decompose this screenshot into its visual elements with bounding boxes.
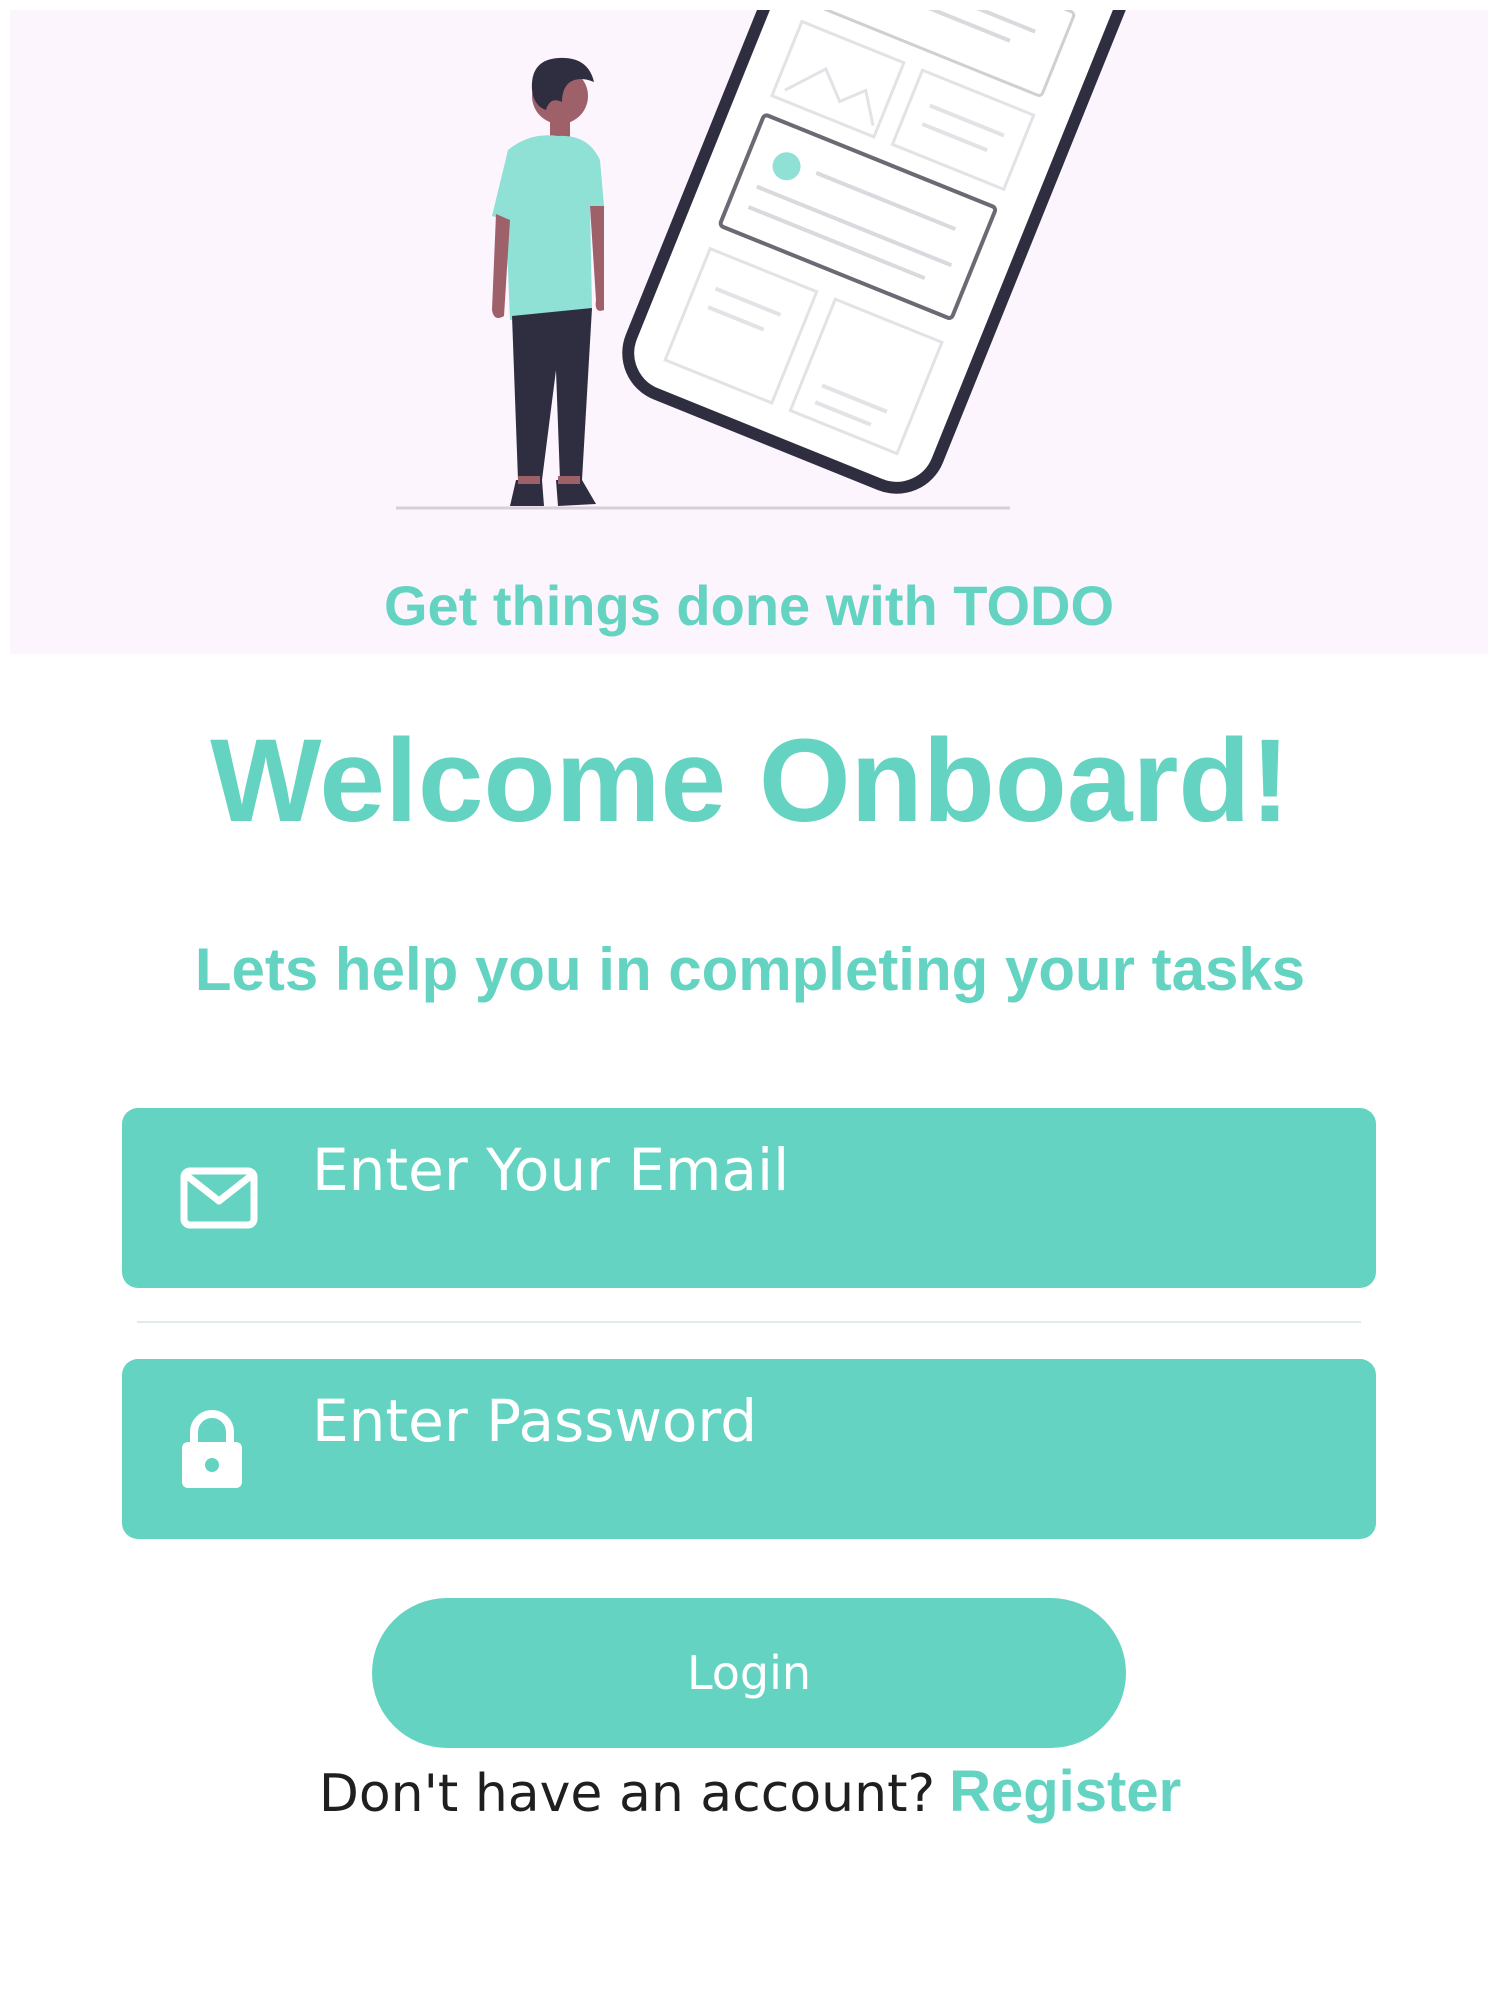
hero-caption: Get things done with TODO <box>383 574 1115 637</box>
register-link[interactable]: Register <box>949 1759 1181 1824</box>
register-row: Don't have an account? Register <box>0 1763 1500 1821</box>
email-input[interactable] <box>312 1130 1332 1210</box>
lock-icon <box>182 1410 242 1488</box>
person-with-phone-illustration <box>396 10 1154 510</box>
welcome-title: Welcome Onboard! <box>210 715 1290 847</box>
hero-banner: Get things done with TODO <box>10 10 1488 654</box>
password-field[interactable] <box>122 1359 1376 1539</box>
register-prompt: Don't have an account? <box>318 1764 936 1824</box>
person-figure <box>492 57 604 506</box>
password-input[interactable] <box>312 1381 1332 1461</box>
login-button[interactable]: Login <box>372 1598 1126 1748</box>
envelope-icon <box>180 1167 258 1229</box>
welcome-subtitle: Lets help you in completing your tasks <box>194 936 1306 1003</box>
field-divider <box>137 1321 1361 1323</box>
email-field[interactable] <box>122 1108 1376 1288</box>
